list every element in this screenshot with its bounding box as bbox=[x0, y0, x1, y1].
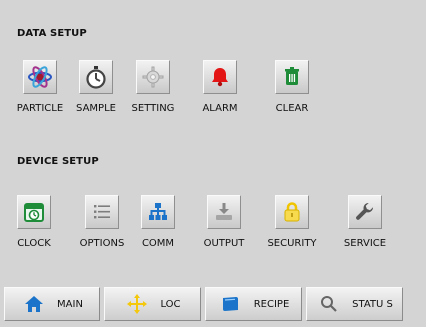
status-label: STATU S bbox=[352, 298, 393, 310]
service-button[interactable]: SERVICE bbox=[331, 195, 399, 253]
service-label: SERVICE bbox=[343, 238, 387, 249]
security-label: SECURITY bbox=[267, 238, 317, 249]
clear-label: CLEAR bbox=[275, 103, 309, 114]
clock-button[interactable]: CLOCK bbox=[0, 195, 68, 253]
recipe-button[interactable]: RECIPE bbox=[205, 287, 302, 321]
trash-icon[interactable] bbox=[275, 60, 309, 94]
security-button[interactable]: SECURITY bbox=[258, 195, 326, 253]
recipe-label: RECIPE bbox=[253, 298, 290, 310]
setting-button[interactable]: SETTING bbox=[119, 60, 187, 118]
comm-button[interactable]: COMM bbox=[124, 195, 192, 253]
calendar-clock-icon[interactable] bbox=[17, 195, 51, 229]
home-icon bbox=[21, 292, 47, 316]
control-panel: DATA SETUP PARTICLE SAMPLE SETTING ALARM… bbox=[0, 0, 426, 327]
download-icon[interactable] bbox=[207, 195, 241, 229]
lock-icon[interactable] bbox=[275, 195, 309, 229]
network-icon[interactable] bbox=[141, 195, 175, 229]
search-icon bbox=[316, 292, 342, 316]
loc-label: LOC bbox=[160, 298, 181, 310]
setting-label: SETTING bbox=[131, 103, 175, 114]
gear-icon[interactable] bbox=[136, 60, 170, 94]
book-icon bbox=[218, 292, 244, 316]
main-button[interactable]: MAIN bbox=[4, 287, 100, 321]
comm-label: COMM bbox=[141, 238, 175, 249]
output-button[interactable]: OUTPUT bbox=[190, 195, 258, 253]
main-label: MAIN bbox=[57, 298, 83, 310]
loc-button[interactable]: LOC bbox=[104, 287, 201, 321]
wrench-icon[interactable] bbox=[348, 195, 382, 229]
particle-icon[interactable] bbox=[23, 60, 57, 94]
list-icon[interactable] bbox=[85, 195, 119, 229]
move-arrows-icon bbox=[124, 292, 150, 316]
device-setup-title: DEVICE SETUP bbox=[17, 156, 99, 167]
output-label: OUTPUT bbox=[203, 238, 245, 249]
clear-button[interactable]: CLEAR bbox=[258, 60, 326, 118]
clock-label: CLOCK bbox=[17, 238, 51, 249]
stopwatch-icon[interactable] bbox=[79, 60, 113, 94]
bell-icon[interactable] bbox=[203, 60, 237, 94]
bottom-navigation: MAIN LOC RECIPE STATU S bbox=[4, 287, 422, 321]
status-button[interactable]: STATU S bbox=[306, 287, 403, 321]
data-setup-title: DATA SETUP bbox=[17, 28, 87, 39]
alarm-label: ALARM bbox=[202, 103, 238, 114]
alarm-button[interactable]: ALARM bbox=[186, 60, 254, 118]
